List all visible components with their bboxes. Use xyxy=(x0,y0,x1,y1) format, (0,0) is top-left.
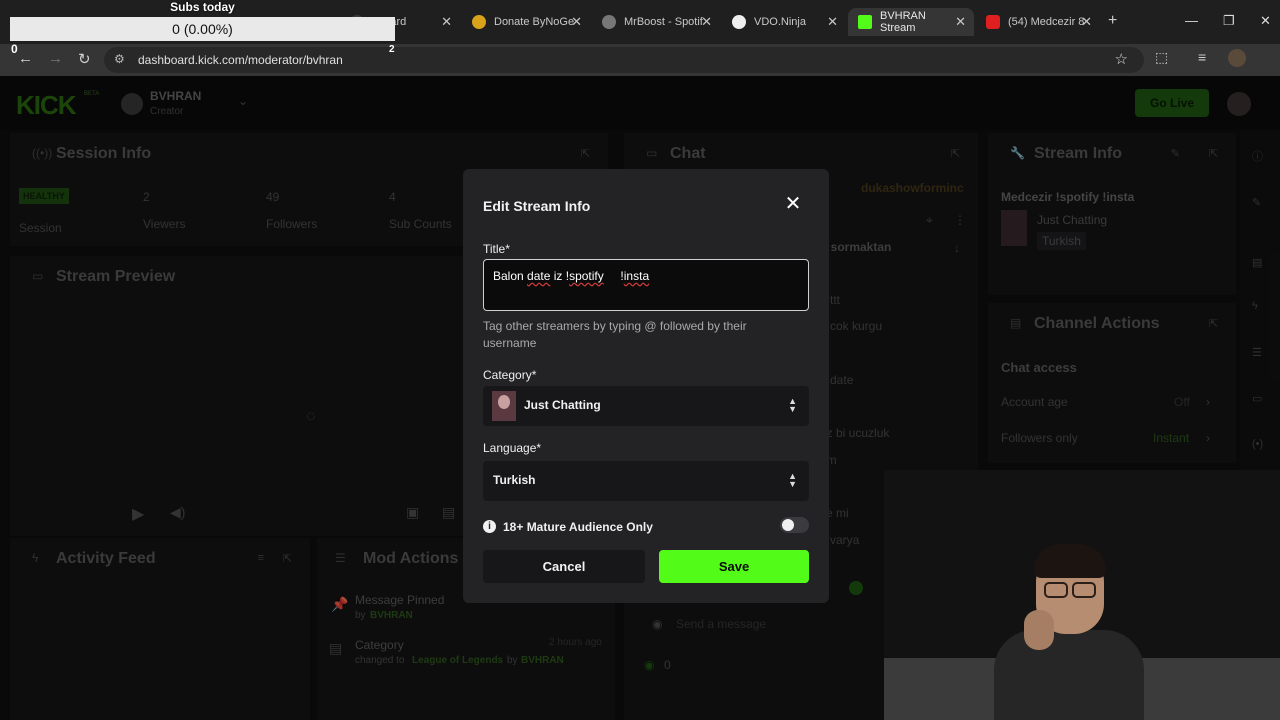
title-input[interactable]: Balon date iz !spotify !insta xyxy=(483,259,809,311)
forward-icon[interactable]: → xyxy=(48,50,63,67)
new-tab-icon[interactable]: + xyxy=(1108,12,1117,30)
browser-tab[interactable]: MrBoost - Spotif ✕ xyxy=(592,8,720,36)
edit-stream-info-modal: Edit Stream Info ✕ Title* Balon date iz … xyxy=(463,169,829,603)
mature-audience-toggle[interactable] xyxy=(780,517,809,533)
browser-nav-bar: ← → ↻ ⚙ dashboard.kick.com/moderator/bvh… xyxy=(0,44,1280,76)
title-text-misspelled: spotify xyxy=(569,269,604,283)
back-icon[interactable]: ← xyxy=(18,50,33,67)
media-control-icon[interactable]: ≡ xyxy=(1198,49,1206,65)
save-button[interactable]: Save xyxy=(659,550,809,583)
mature-audience-row: i 18+ Mature Audience Only xyxy=(483,517,809,537)
tab-label: Donate ByNoGe xyxy=(494,16,575,28)
tab-label: (54) Medcezir 8 xyxy=(1008,16,1085,28)
title-text: iz ! xyxy=(550,269,570,283)
close-icon[interactable]: ✕ xyxy=(955,14,966,30)
webcam-overlay xyxy=(884,470,1280,720)
vdo-ninja-icon xyxy=(732,15,746,29)
mature-audience-label: 18+ Mature Audience Only xyxy=(503,520,653,534)
close-icon[interactable]: ✕ xyxy=(701,14,712,30)
window-close-icon[interactable]: ✕ xyxy=(1260,13,1271,29)
webcam-person-hair xyxy=(1034,544,1106,578)
title-text-misspelled: insta xyxy=(623,269,650,283)
browser-profile-avatar[interactable] xyxy=(1228,49,1246,67)
address-bar[interactable]: ⚙ dashboard.kick.com/moderator/bvhran ☆ xyxy=(104,47,1144,73)
glasses-lens-left xyxy=(1044,582,1068,598)
close-icon[interactable]: ✕ xyxy=(441,14,452,30)
subs-max: 2 xyxy=(389,44,395,55)
globe-icon xyxy=(602,15,616,29)
title-label: Title* xyxy=(483,242,510,256)
thumbnail-figure xyxy=(498,395,510,409)
subs-value: 0 (0.00%) xyxy=(172,21,233,37)
close-icon[interactable]: ✕ xyxy=(571,14,582,30)
browser-tab[interactable]: Donate ByNoGe ✕ xyxy=(462,8,590,36)
donate-icon xyxy=(472,15,486,29)
cancel-label: Cancel xyxy=(542,559,586,574)
title-helper-text: Tag other streamers by typing @ followed… xyxy=(483,319,747,350)
subs-min: 0 xyxy=(11,42,18,56)
youtube-icon xyxy=(986,15,1000,29)
maximize-icon[interactable]: ❐ xyxy=(1223,13,1235,29)
sort-arrows-icon: ▲ ▼ xyxy=(788,396,797,414)
category-thumbnail xyxy=(492,391,516,421)
category-select[interactable]: Just Chatting ▲ ▼ xyxy=(483,386,809,426)
subs-today-widget: Subs today 0 (0.00%) xyxy=(10,0,395,41)
webcam-person-hand xyxy=(1024,610,1054,650)
browser-tab[interactable]: (54) Medcezir 8 ✕ xyxy=(976,8,1100,36)
language-select[interactable]: Turkish ▲ ▼ xyxy=(483,461,809,501)
title-text-misspelled: date xyxy=(527,269,551,283)
cancel-button[interactable]: Cancel xyxy=(483,550,645,583)
webcam-person-body xyxy=(994,630,1144,720)
subs-title: Subs today xyxy=(170,0,235,14)
toggle-knob xyxy=(782,519,794,531)
category-label: Category* xyxy=(483,368,537,382)
extensions-icon[interactable]: ⬚ xyxy=(1155,49,1168,66)
reload-icon[interactable]: ↻ xyxy=(78,50,91,68)
category-value: Just Chatting xyxy=(524,398,601,412)
kick-icon xyxy=(858,15,872,29)
modal-title: Edit Stream Info xyxy=(483,198,591,214)
sort-arrows-icon: ▲ ▼ xyxy=(788,471,797,489)
title-text: Balon xyxy=(493,269,528,283)
language-label: Language* xyxy=(483,441,542,455)
title-text: ! xyxy=(603,269,624,283)
browser-tab[interactable]: VDO.Ninja ✕ xyxy=(722,8,846,36)
bookmark-star-icon[interactable]: ☆ xyxy=(1115,50,1128,68)
save-label: Save xyxy=(718,559,750,574)
close-icon[interactable]: ✕ xyxy=(782,193,804,215)
url-text: dashboard.kick.com/moderator/bvhran xyxy=(138,53,343,67)
language-value: Turkish xyxy=(493,473,536,487)
tab-label: MrBoost - Spotif xyxy=(624,16,703,28)
glasses-lens-right xyxy=(1072,582,1096,598)
info-icon: i xyxy=(483,520,496,533)
tab-label: BVHRAN Stream xyxy=(880,10,926,34)
close-icon[interactable]: ✕ xyxy=(827,14,838,30)
subs-progress-bar: 0 (0.00%) xyxy=(10,17,395,41)
tab-label: VDO.Ninja xyxy=(754,16,806,28)
site-info-icon[interactable]: ⚙ xyxy=(114,52,125,66)
minimize-icon[interactable]: — xyxy=(1185,13,1198,28)
close-icon[interactable]: ✕ xyxy=(1081,14,1092,30)
browser-tab-active[interactable]: BVHRAN Stream ✕ xyxy=(848,8,974,36)
